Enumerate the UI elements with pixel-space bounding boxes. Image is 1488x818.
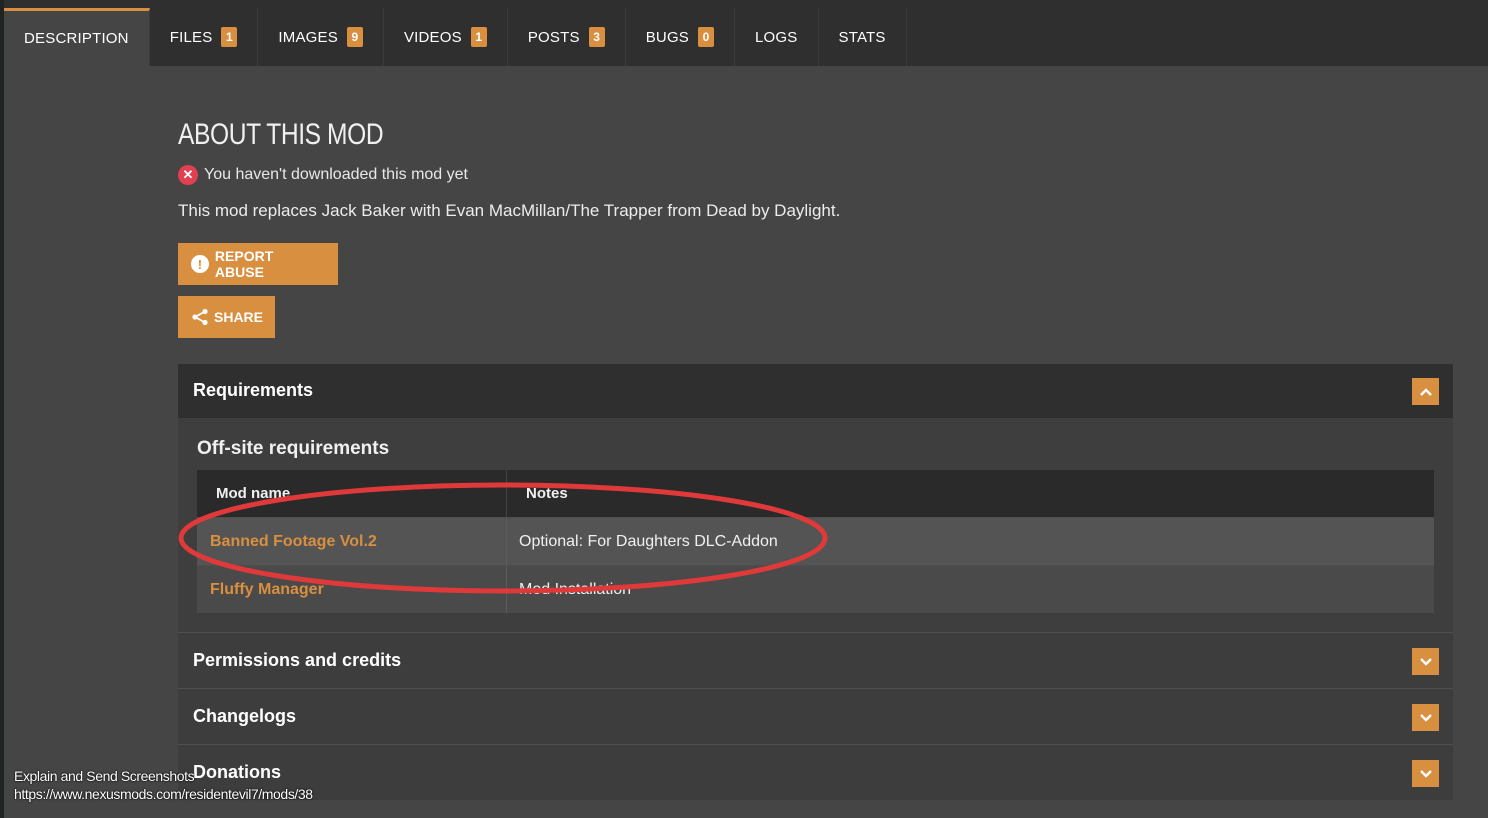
requirements-header[interactable]: Requirements (178, 364, 1453, 418)
screenshot-url: https://www.nexusmods.com/residentevil7/… (14, 786, 313, 802)
tab-label: VIDEOS (403, 28, 462, 46)
table-header: Mod name Notes (197, 470, 1434, 517)
chevron-up-icon[interactable] (1412, 378, 1439, 405)
offsite-requirements-title: Off-site requirements (197, 438, 390, 459)
share-icon (191, 308, 209, 326)
share-button[interactable]: SHARE (178, 296, 275, 338)
tab-label: LOGS (755, 28, 798, 46)
report-abuse-button[interactable]: ! REPORT ABUSE (178, 243, 338, 285)
tab-label: IMAGES (278, 28, 338, 46)
permissions-section[interactable]: Permissions and credits (178, 632, 1453, 688)
chevron-down-icon[interactable] (1412, 760, 1439, 787)
changelogs-section[interactable]: Changelogs (178, 688, 1453, 744)
tab-posts[interactable]: POSTS 3 (507, 8, 626, 66)
requirements-table: Mod name Notes Banned Footage Vol.2 Opti… (197, 470, 1434, 613)
report-abuse-label: REPORT ABUSE (214, 248, 274, 280)
column-header-mod-name[interactable]: Mod name (197, 470, 507, 517)
download-status-text: You haven't downloaded this mod yet (204, 166, 468, 183)
tab-videos[interactable]: VIDEOS 1 (383, 8, 508, 66)
tab-files[interactable]: FILES 1 (149, 8, 259, 66)
mod-link[interactable]: Fluffy Manager (197, 566, 507, 613)
count-badge: 9 (346, 27, 363, 47)
tab-bugs[interactable]: BUGS 0 (625, 8, 736, 66)
permissions-title: Permissions and credits (193, 650, 402, 670)
tab-label: STATS (838, 28, 886, 46)
tab-logs[interactable]: LOGS (735, 8, 819, 66)
share-label: SHARE (214, 309, 264, 325)
screenshot-tool-caption: Explain and Send Screenshots (14, 768, 195, 784)
requirements-title: Requirements (193, 380, 314, 400)
tab-images[interactable]: IMAGES 9 (258, 8, 384, 66)
mod-notes: Mod Installation (519, 580, 632, 598)
mod-tabs: DESCRIPTION FILES 1 IMAGES 9 VIDEOS 1 POSTS… (4, 8, 907, 66)
mod-link[interactable]: Banned Footage Vol.2 (197, 518, 507, 565)
count-badge: 0 (698, 27, 715, 47)
mod-notes: Optional: For Daughters DLC-Addon (519, 532, 778, 550)
count-badge: 1 (470, 27, 487, 47)
x-circle-icon: ✕ (178, 165, 198, 185)
tab-label: POSTS (527, 28, 580, 46)
page-title: ABOUT THIS MOD (178, 118, 384, 151)
requirements-body: Off-site requirements Mod name Notes Ban… (178, 418, 1453, 632)
exclamation-icon: ! (191, 255, 209, 273)
mod-description: This mod replaces Jack Baker with Evan M… (178, 201, 841, 220)
tab-label: FILES (169, 28, 213, 46)
tab-label: BUGS (645, 28, 690, 46)
tab-label: DESCRIPTION (24, 30, 129, 47)
changelogs-title: Changelogs (193, 706, 297, 726)
download-status: ✕ You haven't downloaded this mod yet (178, 165, 468, 185)
tab-stats[interactable]: STATS (818, 8, 907, 66)
tab-description[interactable]: DESCRIPTION (4, 8, 150, 66)
chevron-down-icon[interactable] (1412, 704, 1439, 731)
chevron-down-icon[interactable] (1412, 648, 1439, 675)
count-badge: 1 (221, 27, 238, 47)
count-badge: 3 (588, 27, 605, 47)
table-row: Banned Footage Vol.2 Optional: For Daugh… (197, 517, 1434, 565)
donations-section[interactable]: Donations (178, 744, 1453, 800)
table-row: Fluffy Manager Mod Installation (197, 565, 1434, 613)
donations-title: Donations (193, 762, 281, 782)
column-header-notes: Notes (526, 485, 568, 502)
